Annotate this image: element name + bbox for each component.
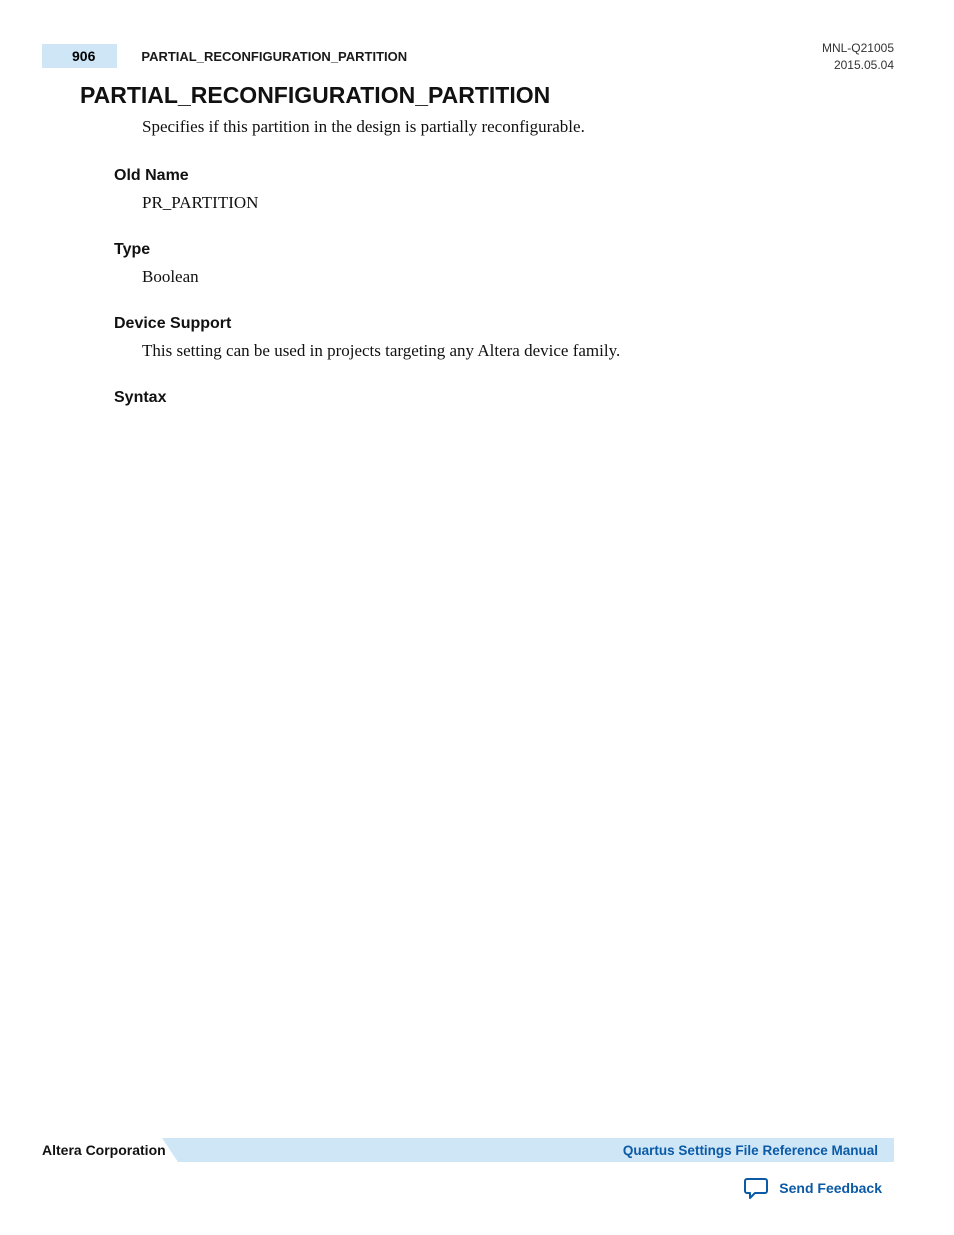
topic-description: Specifies if this partition in the desig… (142, 115, 874, 139)
doc-meta: MNL-Q21005 2015.05.04 (822, 40, 894, 74)
running-title: PARTIAL_RECONFIGURATION_PARTITION (141, 49, 407, 64)
page-header: 906 PARTIAL_RECONFIGURATION_PARTITION MN… (42, 44, 894, 74)
footer-bar: Altera Corporation Quartus Settings File… (42, 1137, 894, 1163)
doc-date: 2015.05.04 (822, 57, 894, 74)
topic-heading: PARTIAL_RECONFIGURATION_PARTITION (80, 82, 874, 109)
old-name-value: PR_PARTITION (142, 193, 874, 213)
speech-bubble-icon (743, 1177, 769, 1199)
footer-band: Quartus Settings File Reference Manual (178, 1138, 894, 1162)
device-support-label: Device Support (114, 315, 874, 333)
manual-link[interactable]: Quartus Settings File Reference Manual (623, 1143, 878, 1158)
old-name-label: Old Name (114, 167, 874, 185)
document-page: 906 PARTIAL_RECONFIGURATION_PARTITION MN… (0, 0, 954, 1235)
doc-id: MNL-Q21005 (822, 40, 894, 57)
page-number: 906 (42, 44, 117, 68)
send-feedback-label: Send Feedback (779, 1180, 882, 1196)
type-label: Type (114, 241, 874, 259)
type-value: Boolean (142, 267, 874, 287)
company-name: Altera Corporation (42, 1142, 178, 1158)
page-footer: Altera Corporation Quartus Settings File… (42, 1137, 894, 1163)
device-support-value: This setting can be used in projects tar… (142, 341, 874, 361)
page-content: PARTIAL_RECONFIGURATION_PARTITION Specif… (80, 82, 874, 415)
send-feedback-link[interactable]: Send Feedback (743, 1177, 882, 1199)
syntax-label: Syntax (114, 389, 874, 407)
